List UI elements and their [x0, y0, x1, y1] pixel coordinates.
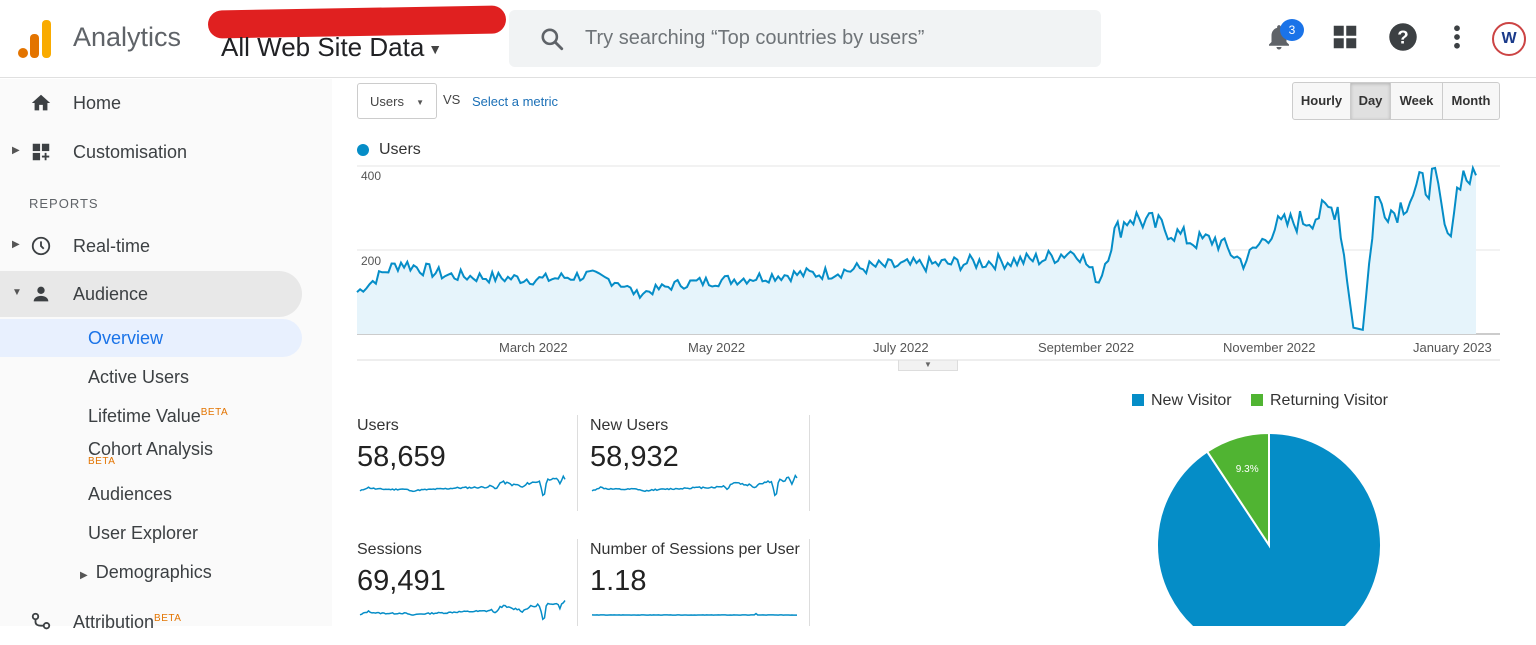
- legend-swatch-new-visitor: [1132, 394, 1144, 406]
- card-divider: [577, 539, 578, 626]
- legend-swatch-returning-visitor: [1251, 394, 1263, 406]
- card-divider: [577, 415, 578, 511]
- pie-legend-new-visitor[interactable]: New Visitor: [1132, 392, 1232, 410]
- sparkline-sessions: [359, 600, 566, 621]
- card-divider: [809, 415, 810, 511]
- pie-legend-returning-visitor[interactable]: Returning Visitor: [1251, 392, 1388, 410]
- sparkline-users: [359, 474, 566, 497]
- main-chart-svg: 9.3%: [356, 164, 1500, 626]
- card-value-users: 58,659: [357, 441, 446, 473]
- card-divider: [809, 539, 810, 626]
- card-title-sessions-per-user: Number of Sessions per User: [590, 541, 800, 558]
- card-value-sessions-per-user: 1.18: [590, 565, 647, 597]
- sparkline-new-users: [591, 474, 798, 497]
- users-area-fill: [357, 168, 1476, 334]
- legend-label: New Visitor: [1151, 392, 1232, 409]
- card-title-users: Users: [357, 417, 399, 434]
- sparkline-sessions-per-user: [591, 612, 797, 616]
- legend-label: Returning Visitor: [1270, 392, 1388, 409]
- pie-data-label-returning: 9.3%: [1236, 464, 1259, 475]
- card-title-sessions: Sessions: [357, 541, 422, 558]
- card-title-new-users: New Users: [590, 417, 669, 434]
- card-value-new-users: 58,932: [590, 441, 679, 473]
- card-value-sessions: 69,491: [357, 565, 446, 597]
